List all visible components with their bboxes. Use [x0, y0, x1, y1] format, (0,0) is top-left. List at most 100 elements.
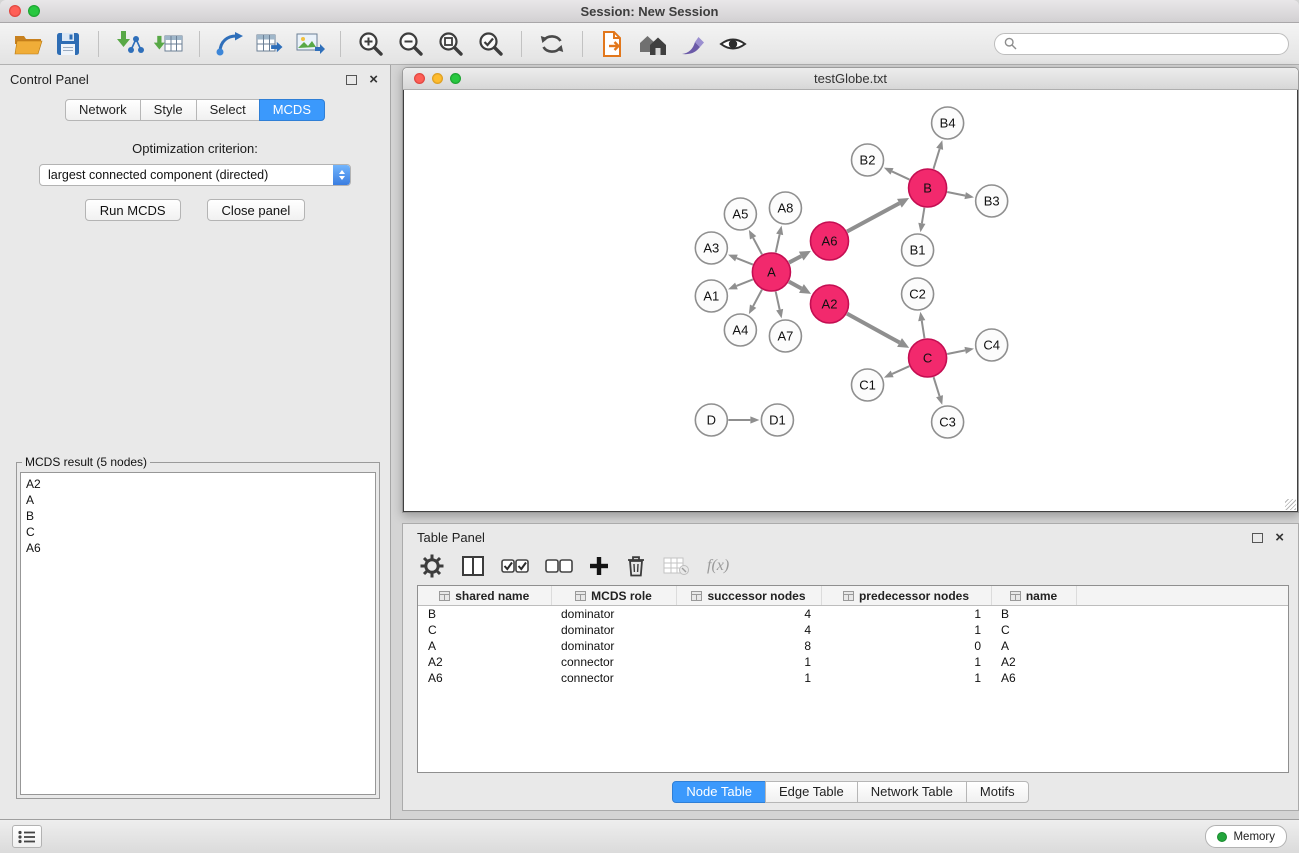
network-edge-A6-B[interactable] [847, 198, 909, 231]
network-close-button[interactable] [414, 73, 425, 84]
table-row[interactable]: A6connector11A6 [418, 670, 1288, 686]
import-table-button[interactable] [151, 27, 187, 61]
network-node-A[interactable]: A [752, 253, 790, 291]
close-control-panel-icon[interactable]: × [369, 75, 378, 85]
network-edge-B-B2[interactable] [884, 168, 910, 180]
search-box[interactable] [994, 33, 1289, 55]
memory-button[interactable]: Memory [1205, 825, 1287, 848]
tab-network[interactable]: Network [65, 99, 141, 121]
network-edge-C-C2[interactable] [918, 312, 925, 338]
open-session-button[interactable] [10, 27, 46, 61]
close-table-panel-icon[interactable]: × [1275, 533, 1284, 543]
resize-grip-icon[interactable] [1285, 499, 1296, 510]
network-node-C4[interactable]: C4 [976, 329, 1008, 361]
network-edge-A2-C[interactable] [847, 314, 909, 348]
network-node-C[interactable]: C [909, 339, 947, 377]
float-table-panel-icon[interactable] [1252, 533, 1263, 543]
tab-network-table[interactable]: Network Table [857, 781, 967, 803]
column-header-name[interactable]: name [991, 586, 1076, 606]
refresh-view-button[interactable] [534, 27, 570, 61]
network-node-A8[interactable]: A8 [769, 192, 801, 224]
network-node-C1[interactable]: C1 [852, 369, 884, 401]
column-header-MCDS-role[interactable]: MCDS role [551, 586, 676, 606]
network-edge-A-A6[interactable] [789, 251, 811, 263]
network-node-A4[interactable]: A4 [724, 314, 756, 346]
network-node-C3[interactable]: C3 [932, 406, 964, 438]
zoom-selected-button[interactable] [473, 27, 509, 61]
table-row[interactable]: Cdominator41C [418, 622, 1288, 638]
toggle-visibility-button[interactable] [715, 27, 751, 61]
network-edge-A-A3[interactable] [728, 255, 753, 265]
network-canvas[interactable]: B4 B2 B B3 A5 A8 A6 B1 A3 A C2 A1 A2 A4 A7 C4 C C1 C3 D D1 [403, 90, 1298, 512]
save-session-button[interactable] [50, 27, 86, 61]
network-graph[interactable]: B4 B2 B B3 A5 A8 A6 B1 A3 A C2 A1 A2 A4 A7 C4 C C1 C3 D D1 [404, 90, 1297, 511]
network-zoom-button[interactable] [450, 73, 461, 84]
network-edge-A-A2[interactable] [789, 282, 811, 294]
tab-node-table[interactable]: Node Table [672, 781, 766, 803]
network-node-A6[interactable]: A6 [810, 222, 848, 260]
deselect-all-rows-button[interactable] [545, 558, 573, 574]
network-node-A7[interactable]: A7 [769, 320, 801, 352]
open-document-button[interactable] [595, 27, 631, 61]
network-node-A3[interactable]: A3 [695, 232, 727, 264]
export-network-button[interactable] [212, 27, 248, 61]
export-image-button[interactable] [292, 27, 328, 61]
zoom-window-button[interactable] [28, 5, 40, 17]
network-node-B3[interactable]: B3 [976, 185, 1008, 217]
network-edge-A-A4[interactable] [749, 290, 762, 314]
network-edge-A-A5[interactable] [749, 230, 762, 254]
tab-select[interactable]: Select [196, 99, 260, 121]
float-panel-icon[interactable] [346, 75, 357, 85]
tab-style[interactable]: Style [140, 99, 197, 121]
network-edge-B-B4[interactable] [933, 140, 943, 169]
network-edge-D-D1[interactable] [728, 416, 759, 423]
zoom-fit-button[interactable] [433, 27, 469, 61]
mcds-result-item[interactable]: B [26, 508, 370, 524]
network-node-A2[interactable]: A2 [810, 285, 848, 323]
mcds-result-list[interactable]: A2ABCA6 [20, 472, 376, 795]
column-header-predecessor-nodes[interactable]: predecessor nodes [821, 586, 991, 606]
network-node-A5[interactable]: A5 [724, 198, 756, 230]
close-panel-button[interactable]: Close panel [207, 199, 306, 221]
close-window-button[interactable] [9, 5, 21, 17]
network-node-B4[interactable]: B4 [932, 107, 964, 139]
zoom-in-button[interactable] [353, 27, 389, 61]
mcds-result-item[interactable]: A [26, 492, 370, 508]
export-table-button[interactable] [252, 27, 288, 61]
zoom-out-button[interactable] [393, 27, 429, 61]
network-node-D[interactable]: D [695, 404, 727, 436]
delete-column-button[interactable] [625, 554, 647, 578]
network-node-B2[interactable]: B2 [852, 144, 884, 176]
run-mcds-button[interactable]: Run MCDS [85, 199, 181, 221]
mcds-result-item[interactable]: A6 [26, 540, 370, 556]
task-history-button[interactable] [12, 825, 42, 848]
mcds-result-item[interactable]: A2 [26, 476, 370, 492]
network-node-B1[interactable]: B1 [902, 234, 934, 266]
network-edge-A-A8[interactable] [776, 226, 783, 253]
tab-motifs[interactable]: Motifs [966, 781, 1029, 803]
select-all-rows-button[interactable] [501, 558, 529, 574]
search-input[interactable] [1022, 36, 1279, 52]
network-minimize-button[interactable] [432, 73, 443, 84]
network-edge-C-C4[interactable] [947, 347, 974, 354]
network-home-button[interactable] [635, 27, 671, 61]
network-node-B[interactable]: B [909, 169, 947, 207]
network-node-D1[interactable]: D1 [761, 404, 793, 436]
table-settings-button[interactable] [419, 553, 445, 579]
table-row[interactable]: A2connector11A2 [418, 654, 1288, 670]
table-row[interactable]: Adominator80A [418, 638, 1288, 654]
column-header-successor-nodes[interactable]: successor nodes [676, 586, 821, 606]
network-node-C2[interactable]: C2 [902, 278, 934, 310]
network-edge-B-B1[interactable] [918, 208, 925, 232]
paint-style-button[interactable] [675, 27, 711, 61]
function-builder-button[interactable]: f(x) [705, 557, 729, 575]
network-edge-C-C3[interactable] [934, 377, 943, 405]
column-header-shared-name[interactable]: shared name [418, 586, 551, 606]
tab-edge-table[interactable]: Edge Table [765, 781, 858, 803]
network-node-A1[interactable]: A1 [695, 280, 727, 312]
import-network-button[interactable] [111, 27, 147, 61]
select-columns-button[interactable] [461, 555, 485, 577]
table-row[interactable]: Bdominator41B [418, 606, 1288, 623]
network-edge-B-B3[interactable] [947, 192, 974, 199]
network-edge-A-A7[interactable] [776, 292, 783, 319]
